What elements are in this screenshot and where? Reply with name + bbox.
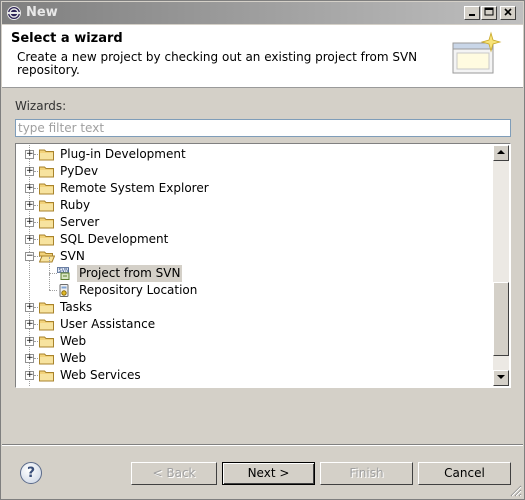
close-button[interactable] [500, 6, 516, 20]
expand-toggle-icon[interactable]: + [25, 218, 34, 227]
folder-icon [39, 353, 54, 365]
wizard-header: Select a wizard Create a new project by … [2, 25, 523, 88]
minimize-icon [469, 14, 475, 16]
folder-icon [39, 319, 54, 331]
arrow-down-icon [497, 375, 505, 379]
expand-toggle-icon[interactable]: + [25, 371, 34, 380]
scroll-down-button[interactable] [493, 370, 509, 386]
tree-category-row[interactable]: + PyDev [17, 163, 487, 180]
tree-branch-line [49, 273, 57, 274]
tree-item-label: XML [58, 384, 87, 386]
help-icon: ? [26, 465, 36, 481]
scroll-up-button[interactable] [493, 145, 509, 161]
tree-category-row[interactable]: + Server [17, 214, 487, 231]
expand-toggle-icon[interactable]: + [25, 303, 34, 312]
tree-item-row[interactable]: Repository Location [17, 274, 487, 299]
tree-item-label: Tasks [60, 300, 93, 314]
tree-item-label: Web [60, 334, 87, 348]
close-icon [504, 8, 512, 16]
new-wizard-dialog: New Select a wizard Create a new project… [0, 0, 525, 500]
expand-toggle-icon[interactable]: + [25, 201, 34, 210]
expand-toggle-icon[interactable]: + [25, 235, 34, 244]
help-button[interactable]: ? [20, 462, 42, 484]
tree-item-row[interactable]: SVN Project from SVN [17, 257, 487, 282]
folder-icon [39, 217, 54, 229]
eclipse-app-icon [7, 6, 21, 20]
window-title: New [26, 5, 58, 20]
finish-button[interactable]: Finish [320, 462, 413, 485]
expand-toggle-icon[interactable]: + [25, 167, 34, 176]
maximize-button[interactable] [481, 6, 497, 20]
expand-toggle-icon[interactable]: + [25, 320, 34, 329]
tree-category-row[interactable]: + Plug-in Development [17, 146, 487, 163]
tree-branch-line [49, 290, 57, 291]
tree-item-label: Repository Location [79, 283, 198, 297]
svn-project-icon: SVN [57, 267, 70, 280]
tree-connector-line [49, 274, 50, 290]
title-bar[interactable]: New [2, 2, 523, 24]
expand-toggle-icon[interactable]: + [25, 337, 34, 346]
tree-item-label: Ruby [60, 198, 91, 212]
wizards-label: Wizards: [15, 99, 67, 113]
tree-connector-line [49, 257, 50, 273]
arrow-up-icon [497, 150, 505, 154]
tree-item-label: Plug-in Development [60, 147, 186, 161]
tree-item-label: Project from SVN [77, 265, 183, 282]
tree-item-label: SVN [60, 249, 85, 263]
maximize-icon [484, 7, 494, 16]
tree-vertical-scrollbar[interactable] [493, 145, 509, 386]
button-bar-separator [2, 444, 523, 446]
repository-location-icon [59, 284, 69, 297]
tree-category-row[interactable]: + User Assistance [17, 316, 487, 333]
folder-icon [39, 234, 54, 246]
expand-toggle-icon[interactable]: + [25, 354, 34, 363]
expand-toggle-icon[interactable]: + [25, 184, 34, 193]
tree-category-row[interactable]: − SVN [17, 248, 487, 265]
folder-icon [39, 370, 54, 382]
resize-grip-icon[interactable] [510, 485, 522, 497]
tree-category-row[interactable]: + Web [17, 350, 487, 367]
folder-icon [39, 183, 54, 195]
tree-category-row[interactable]: + Tasks [17, 299, 487, 316]
tree-item-label: PyDev [60, 164, 99, 178]
tree-category-row[interactable]: + Ruby [17, 197, 487, 214]
tree-item-label: User Assistance [60, 317, 156, 331]
header-description: Create a new project by checking out an … [17, 50, 418, 77]
folder-open-icon [39, 251, 55, 263]
tree-category-row[interactable]: + Web Services [17, 367, 487, 384]
header-title: Select a wizard [11, 31, 123, 46]
tree-item-label: Web [60, 351, 87, 365]
wizard-tree[interactable]: + Plug-in Development + PyDev + Remote System… [15, 143, 511, 388]
wizard-tree-viewport: + Plug-in Development + PyDev + Remote System… [17, 145, 493, 386]
folder-icon [39, 200, 54, 212]
folder-icon [39, 149, 54, 161]
tree-category-row[interactable]: +XML [17, 384, 487, 386]
new-wizard-banner-icon [452, 31, 502, 74]
folder-icon [39, 336, 54, 348]
expand-toggle-icon[interactable]: + [25, 150, 34, 159]
minimize-button[interactable] [464, 6, 480, 20]
tree-item-label: Web Services [60, 368, 141, 382]
tree-item-label: SQL Development [60, 232, 169, 246]
next-button[interactable]: Next > [222, 462, 315, 485]
filter-input[interactable] [15, 119, 511, 137]
folder-icon [39, 166, 54, 178]
tree-category-row[interactable]: + SQL Development [17, 231, 487, 248]
tree-category-row[interactable]: + Remote System Explorer [17, 180, 487, 197]
folder-icon [39, 302, 54, 314]
back-button[interactable]: < Back [131, 462, 217, 485]
tree-item-label: Server [60, 215, 100, 229]
scroll-thumb[interactable] [493, 282, 509, 356]
tree-item-label: Remote System Explorer [60, 181, 209, 195]
cancel-button[interactable]: Cancel [418, 462, 511, 485]
collapse-toggle-icon[interactable]: − [25, 252, 34, 261]
tree-category-row[interactable]: + Web [17, 333, 487, 350]
